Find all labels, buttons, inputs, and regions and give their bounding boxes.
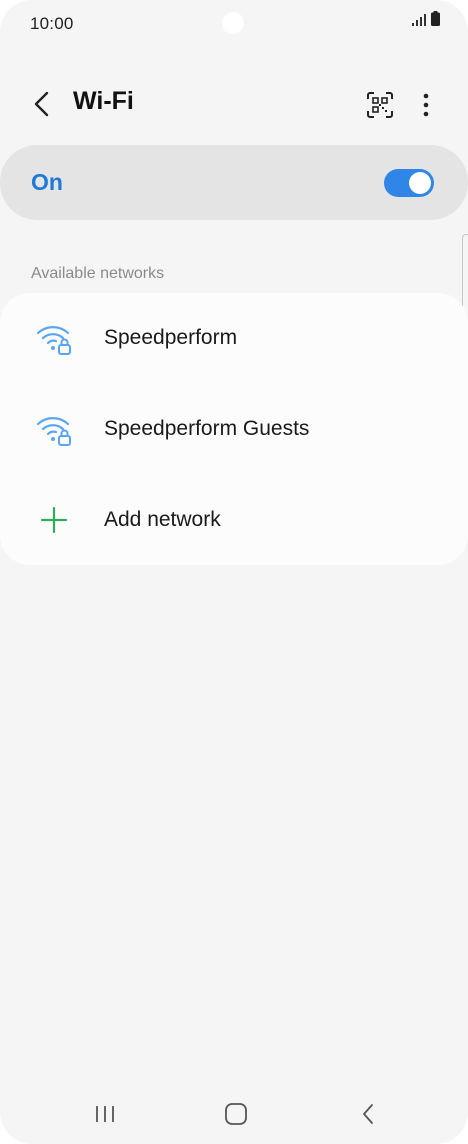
camera-cutout — [222, 12, 244, 34]
wifi-lock-icon — [34, 320, 74, 356]
add-network-label: Add network — [104, 508, 221, 531]
status-icons — [412, 11, 440, 31]
recents-icon — [96, 1106, 114, 1122]
home-icon — [225, 1103, 247, 1125]
wifi-master-switch[interactable]: On — [0, 145, 468, 220]
wifi-lock-icon — [34, 411, 74, 447]
navigation-bar — [0, 1082, 468, 1144]
wifi-toggle[interactable] — [384, 169, 434, 197]
status-bar: 10:00 — [0, 0, 468, 50]
recents-button[interactable] — [85, 1094, 125, 1134]
network-item-speedperform-guests[interactable]: Speedperform Guests — [0, 384, 468, 475]
more-vert-icon — [423, 93, 429, 117]
app-bar: Wi-Fi — [0, 70, 468, 138]
back-icon — [363, 1104, 373, 1124]
plus-icon — [34, 502, 74, 538]
page-title: Wi-Fi — [73, 87, 134, 115]
qr-scan-button[interactable] — [362, 87, 398, 123]
qr-code-icon — [367, 92, 393, 118]
master-switch-label: On — [31, 169, 63, 195]
back-button[interactable] — [24, 86, 60, 122]
network-item-speedperform[interactable]: Speedperform — [0, 293, 468, 384]
signal-icon — [412, 13, 426, 31]
add-network-item[interactable]: Add network — [0, 475, 468, 566]
status-time: 10:00 — [30, 14, 74, 33]
network-name: Speedperform Guests — [104, 417, 310, 440]
back-arrow-icon — [34, 91, 49, 117]
more-options-button[interactable] — [409, 87, 443, 123]
nav-back-button[interactable] — [348, 1094, 388, 1134]
network-name: Speedperform — [104, 326, 238, 349]
toggle-knob — [409, 172, 431, 194]
home-button[interactable] — [216, 1094, 256, 1134]
section-header-available-networks: Available networks — [31, 265, 165, 282]
screen: 10:00 Wi-Fi On Available networks Speedp… — [0, 0, 468, 1144]
network-list: Speedperform Speedperform Guests Add net… — [0, 293, 468, 565]
battery-icon — [431, 11, 440, 31]
